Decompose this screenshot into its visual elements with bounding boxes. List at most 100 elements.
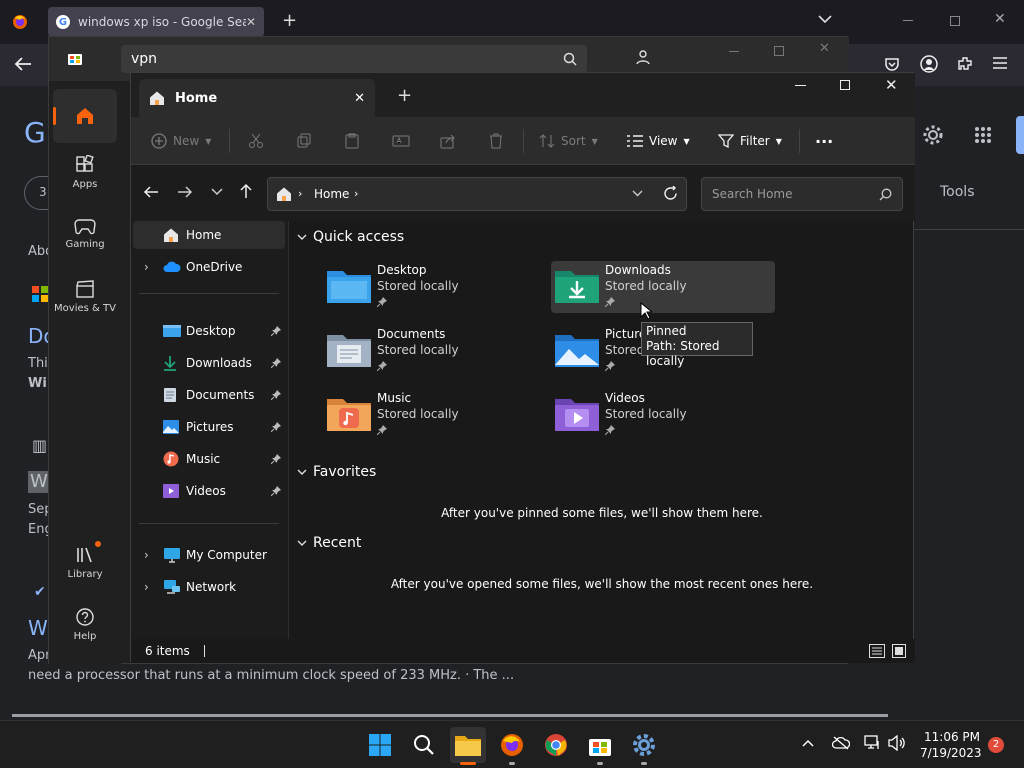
firefox-logo-icon[interactable] [12,14,28,30]
quick-access-tile-videos[interactable]: Videos Stored locally [551,389,775,441]
recent-header[interactable]: Recent [297,535,361,551]
google-apps-grid-icon[interactable] [974,126,992,144]
pocket-icon[interactable] [884,56,900,72]
browser-close-icon[interactable]: ✕ [994,11,1006,27]
rename-icon[interactable] [392,117,410,165]
store-apps-button[interactable]: Apps [53,155,117,190]
quick-access-tile-documents[interactable]: Documents Stored locally [323,325,547,377]
nav-item-videos[interactable]: Videos [133,477,285,505]
close-tab-icon[interactable]: ✕ [246,15,256,29]
cut-icon[interactable] [248,117,264,165]
nav-item-desktop[interactable]: Desktop [133,317,285,345]
refresh-icon[interactable] [663,186,678,201]
delete-icon[interactable] [488,117,504,165]
browser-restore-icon[interactable] [950,16,960,26]
store-home-button[interactable] [53,89,117,143]
quick-access-tile-music[interactable]: Music Stored locally [323,389,547,441]
nav-label: Downloads [186,356,252,370]
store-minimize-icon[interactable] [729,51,739,52]
forward-arrow-icon[interactable] [177,185,193,199]
taskbar-chrome-icon[interactable] [538,727,574,763]
horizontal-scrollbar[interactable] [12,714,888,717]
cloud-sync-icon[interactable] [832,736,850,750]
address-history-chevron-icon[interactable] [632,190,643,197]
tiles-view-icon[interactable] [892,644,906,658]
up-arrow-icon[interactable] [239,183,253,199]
store-gaming-label: Gaming [65,239,105,250]
tile-name: Videos [605,391,645,405]
quick-access-tile-downloads[interactable]: Downloads Stored locally [551,261,775,313]
desktop-folder-icon [327,267,371,303]
details-view-icon[interactable] [869,644,885,658]
volume-icon[interactable] [888,735,906,751]
breadcrumb-separator[interactable]: › [298,187,302,200]
explorer-tab-home[interactable]: Home ✕ [139,79,375,117]
breadcrumb-separator[interactable]: › [354,187,358,200]
browser-tab-active[interactable]: G windows xp iso - Google Search ✕ [48,7,264,37]
paste-icon[interactable] [344,117,360,165]
start-button[interactable] [362,727,398,763]
taskbar-file-explorer-icon[interactable] [450,727,486,765]
taskbar-firefox-icon[interactable] [494,727,530,765]
add-tab-button[interactable]: + [397,85,412,106]
store-library-button[interactable]: Library [53,541,117,580]
nav-item-home[interactable]: Home [133,221,285,249]
new-button[interactable]: New ▼ [151,117,211,165]
store-profile-icon[interactable] [635,49,651,65]
breadcrumb-home[interactable]: Home [314,187,349,201]
address-bar[interactable]: › Home › [267,177,687,211]
explorer-minimize-icon[interactable] [795,85,806,86]
back-arrow-icon[interactable] [14,56,32,72]
favorites-header[interactable]: Favorites [297,464,376,480]
nav-item-music[interactable]: Music [133,445,285,473]
show-hidden-icons-chevron-icon[interactable] [802,739,814,747]
browser-minimize-icon[interactable] [903,20,913,21]
filter-button[interactable]: Filter ▼ [718,117,782,165]
store-movies-button[interactable]: Movies & TV [53,279,117,314]
clock[interactable]: 11:06 PM 7/19/2023 [920,729,982,761]
menu-hamburger-icon[interactable] [993,57,1007,69]
back-arrow-icon[interactable] [143,185,159,199]
store-gaming-button[interactable]: Gaming [53,217,117,250]
explorer-maximize-icon[interactable] [840,80,850,90]
google-settings-gear-icon[interactable] [922,124,944,146]
store-maximize-icon[interactable] [774,46,784,56]
result3-title[interactable]: W [28,616,48,640]
store-help-button[interactable]: Help [53,607,117,642]
nav-item-network[interactable]: › Network [133,573,285,601]
store-search-icon[interactable] [563,52,577,66]
share-icon[interactable] [440,117,456,165]
expand-chevron-icon[interactable]: › [144,580,149,594]
list-tabs-chevron-icon[interactable] [818,14,832,24]
filter-funnel-icon [718,133,734,149]
nav-item-downloads[interactable]: Downloads [133,349,285,377]
explorer-close-icon[interactable]: ✕ [885,76,898,94]
nav-item-my-computer[interactable]: › My Computer [133,541,285,569]
sort-button[interactable]: Sort ▼ [539,117,598,165]
view-button[interactable]: View ▼ [627,117,690,165]
more-options-button[interactable]: ··· [815,117,833,165]
store-search-input[interactable]: vpn [121,45,587,73]
notification-badge[interactable]: 2 [988,737,1004,753]
recent-locations-chevron-icon[interactable] [211,188,223,196]
expand-chevron-icon[interactable]: › [144,260,149,274]
extensions-icon[interactable] [956,55,974,73]
quick-access-tile-desktop[interactable]: Desktop Stored locally [323,261,547,313]
taskbar-search-icon[interactable] [406,727,442,763]
nav-item-pictures[interactable]: Pictures [133,413,285,441]
close-tab-icon[interactable]: ✕ [354,91,365,106]
store-close-icon[interactable]: ✕ [819,41,830,56]
quick-access-header[interactable]: Quick access [297,229,404,245]
nav-item-onedrive[interactable]: › OneDrive [133,253,285,281]
explorer-search-input[interactable]: Search Home [701,177,903,211]
taskbar-store-icon[interactable] [582,727,618,765]
new-tab-button[interactable]: + [282,10,297,31]
google-signin-button-edge[interactable] [1016,116,1024,154]
expand-chevron-icon[interactable]: › [144,548,149,562]
nav-item-documents[interactable]: Documents [133,381,285,409]
copy-icon[interactable] [296,117,312,165]
network-status-icon[interactable] [864,735,882,751]
account-icon[interactable] [920,55,938,73]
taskbar-settings-icon[interactable] [626,727,662,765]
tools-link[interactable]: Tools [940,184,975,200]
